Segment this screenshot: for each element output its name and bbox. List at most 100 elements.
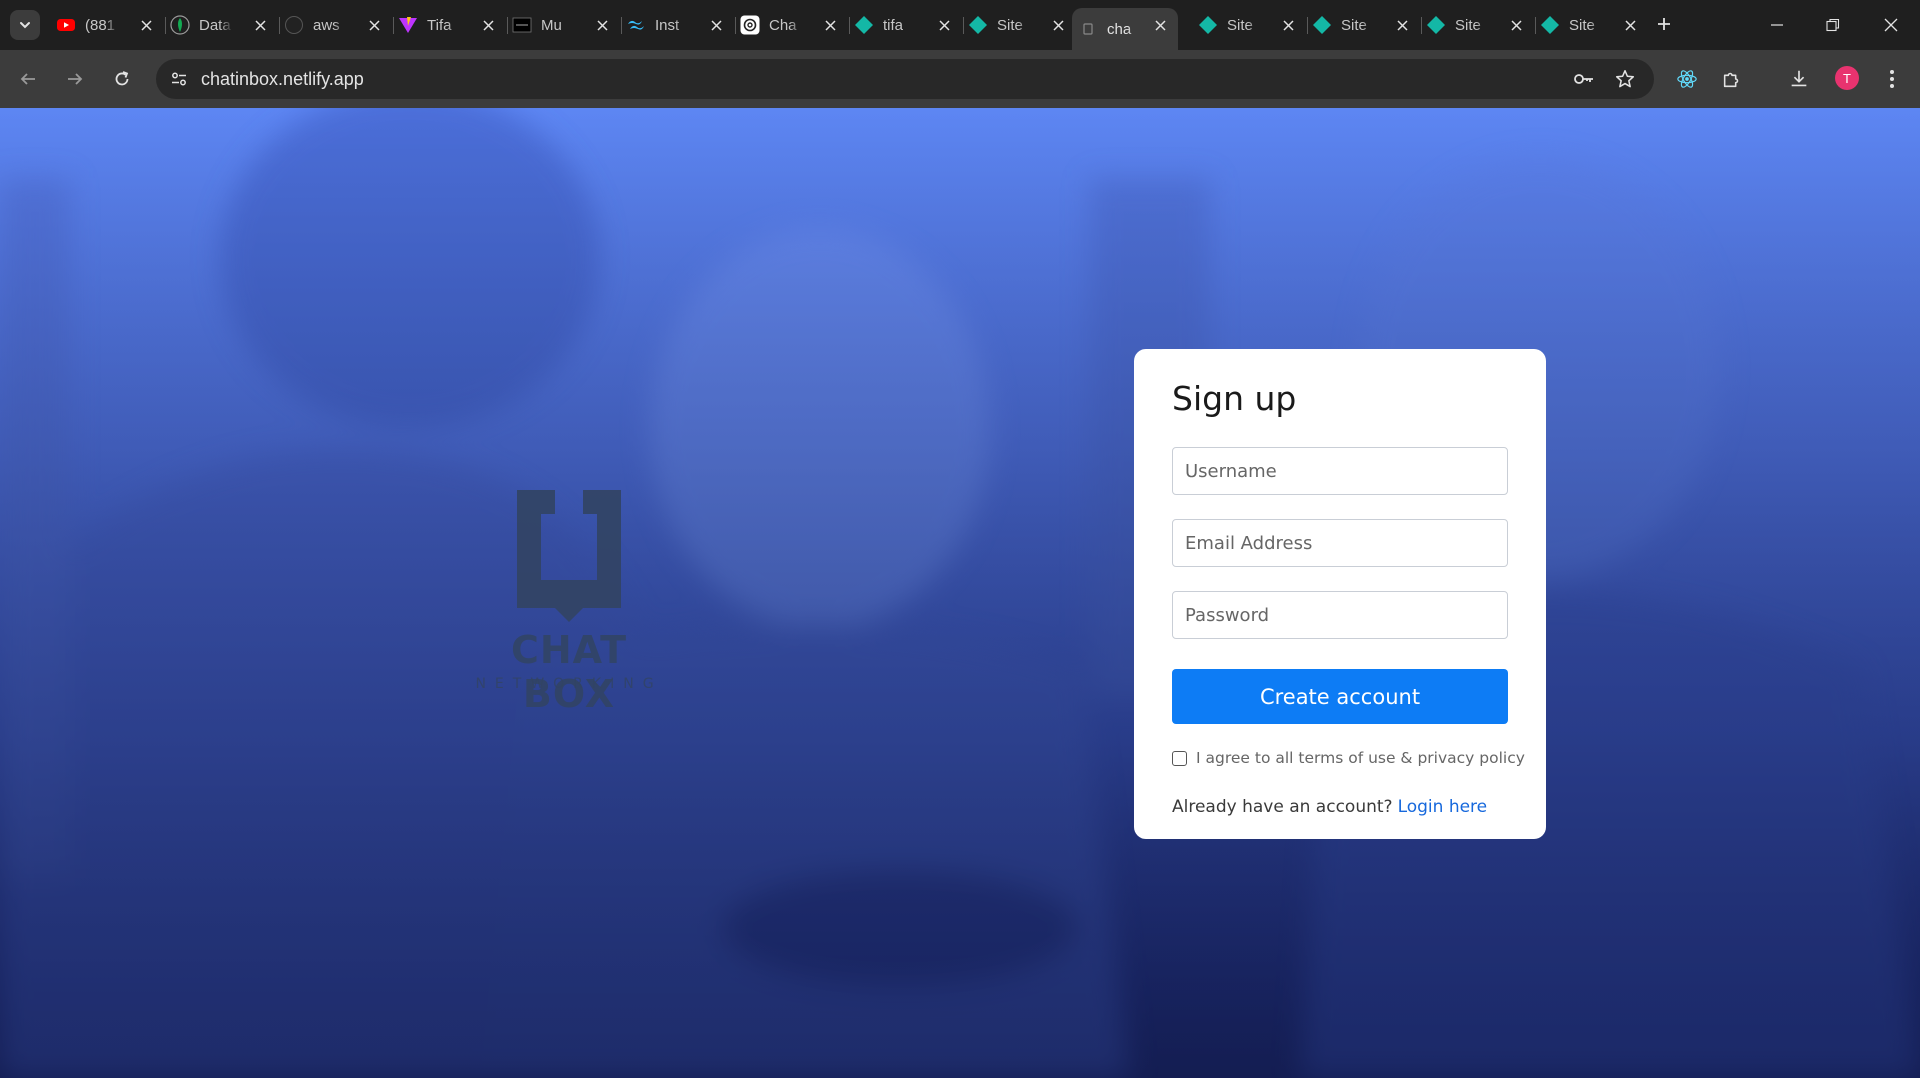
tab-title: Tifa bbox=[427, 16, 452, 34]
react-devtools-extension[interactable] bbox=[1673, 65, 1701, 93]
address-bar[interactable]: chatinbox.netlify.app bbox=[156, 59, 1654, 99]
close-tab-button[interactable] bbox=[364, 15, 384, 35]
reload-button[interactable] bbox=[107, 64, 137, 94]
browser-toolbar: chatinbox.netlify.app bbox=[0, 50, 1920, 139]
background-photo bbox=[0, 108, 1920, 1078]
browser-tab[interactable]: Cha bbox=[734, 8, 850, 42]
tab-title: Site bbox=[1341, 16, 1367, 34]
url-text[interactable]: chatinbox.netlify.app bbox=[201, 69, 364, 90]
site-info-button[interactable] bbox=[164, 64, 194, 94]
tab-title: (881 bbox=[85, 16, 116, 34]
close-tab-button[interactable] bbox=[820, 15, 840, 35]
close-icon bbox=[938, 19, 950, 31]
close-icon bbox=[140, 19, 152, 31]
email-field[interactable] bbox=[1172, 519, 1508, 567]
tab-search-button[interactable] bbox=[10, 10, 40, 40]
terms-checkbox[interactable] bbox=[1172, 750, 1187, 766]
create-account-button[interactable]: Create account bbox=[1172, 669, 1508, 724]
browser-tab[interactable]: Site bbox=[1420, 8, 1536, 42]
chevron-down-icon bbox=[20, 22, 30, 29]
browser-tab[interactable]: Site bbox=[962, 8, 1076, 42]
netlify-icon bbox=[968, 15, 988, 35]
close-icon bbox=[1052, 19, 1064, 31]
page-title: Sign up bbox=[1172, 379, 1297, 418]
new-tab-button[interactable] bbox=[1652, 12, 1676, 36]
bookmark-button[interactable] bbox=[1613, 67, 1637, 91]
browser-tab[interactable]: Mu bbox=[506, 8, 622, 42]
terms-agreement: I agree to all terms of use & privacy po… bbox=[1172, 749, 1525, 767]
openai-icon bbox=[740, 15, 760, 35]
mui-icon bbox=[512, 15, 532, 35]
mongodb-icon bbox=[170, 15, 190, 35]
terms-label[interactable]: I agree to all terms of use & privacy po… bbox=[1196, 749, 1525, 767]
brand-name: CHAT BOX bbox=[510, 628, 628, 716]
login-link[interactable]: Login here bbox=[1398, 797, 1488, 817]
close-icon bbox=[1510, 19, 1522, 31]
plus-icon bbox=[1658, 18, 1670, 30]
minimize-icon bbox=[1771, 24, 1783, 26]
minimize-button[interactable] bbox=[1762, 10, 1792, 40]
close-tab-button[interactable] bbox=[1506, 15, 1526, 35]
close-tab-button[interactable] bbox=[1620, 15, 1640, 35]
close-tab-button[interactable] bbox=[1150, 15, 1170, 35]
password-field[interactable] bbox=[1172, 591, 1508, 639]
page-background: CHAT BOX NETWORKING Sign up Create accou… bbox=[0, 108, 1920, 1078]
react-icon bbox=[1677, 70, 1697, 88]
profile-avatar[interactable]: T bbox=[1835, 66, 1859, 90]
close-icon bbox=[1282, 19, 1294, 31]
browser-tab[interactable]: Site bbox=[1306, 8, 1422, 42]
page-icon bbox=[1078, 19, 1098, 39]
vite-icon bbox=[398, 15, 418, 35]
close-window-button[interactable] bbox=[1876, 10, 1906, 40]
close-tab-button[interactable] bbox=[1392, 15, 1412, 35]
browser-menu-button[interactable] bbox=[1878, 65, 1906, 93]
extensions-button[interactable] bbox=[1718, 65, 1746, 93]
close-icon bbox=[368, 19, 380, 31]
arrow-left-icon bbox=[20, 73, 35, 85]
browser-tab[interactable]: Site bbox=[1192, 8, 1308, 42]
browser-tab[interactable]: Site bbox=[1534, 8, 1648, 42]
forward-button[interactable] bbox=[60, 64, 90, 94]
browser-tab[interactable]: Data bbox=[164, 8, 280, 42]
tab-title: tifa bbox=[883, 16, 904, 34]
close-tab-button[interactable] bbox=[250, 15, 270, 35]
close-icon bbox=[482, 19, 494, 31]
browser-tab[interactable]: aws bbox=[278, 8, 394, 42]
close-tab-button[interactable] bbox=[706, 15, 726, 35]
back-button[interactable] bbox=[13, 64, 43, 94]
more-vert-icon bbox=[1890, 70, 1894, 88]
star-icon bbox=[1615, 69, 1635, 88]
browser-tab[interactable]: (881 bbox=[50, 8, 166, 42]
signup-card: Sign up Create account I agree to all te… bbox=[1134, 349, 1546, 839]
close-tab-button[interactable] bbox=[1278, 15, 1298, 35]
tune-icon bbox=[172, 72, 186, 86]
downloads-button[interactable] bbox=[1785, 65, 1813, 93]
chat-box-logo-icon bbox=[517, 490, 621, 622]
close-tab-button[interactable] bbox=[1048, 15, 1068, 35]
tab-strip: (881 Data aws Tifa Mu Inst Cha tifa Site cha Site S… bbox=[0, 0, 1920, 50]
browser-tab[interactable]: Tifa bbox=[392, 8, 508, 42]
netlify-icon bbox=[1312, 15, 1332, 35]
tab-title: Site bbox=[1569, 16, 1595, 34]
tab-title: Site bbox=[1227, 16, 1253, 34]
tab-title: cha bbox=[1107, 20, 1132, 38]
download-icon bbox=[1791, 70, 1807, 87]
password-key-button[interactable] bbox=[1572, 67, 1596, 91]
restore-button[interactable] bbox=[1818, 10, 1848, 40]
puzzle-icon bbox=[1723, 72, 1739, 88]
browser-tab[interactable]: cha bbox=[1072, 8, 1178, 50]
tailwind-icon bbox=[626, 15, 646, 35]
close-tab-button[interactable] bbox=[934, 15, 954, 35]
close-tab-button[interactable] bbox=[592, 15, 612, 35]
browser-tab[interactable]: Inst bbox=[620, 8, 736, 42]
close-icon bbox=[1396, 19, 1408, 31]
youtube-icon bbox=[56, 15, 76, 35]
close-icon bbox=[1154, 19, 1166, 31]
close-tab-button[interactable] bbox=[136, 15, 156, 35]
browser-tab[interactable]: tifa bbox=[848, 8, 964, 42]
close-icon bbox=[254, 19, 266, 31]
tab-title: Site bbox=[997, 16, 1023, 34]
username-input[interactable] bbox=[1172, 447, 1508, 495]
restore-icon bbox=[1826, 18, 1840, 32]
close-tab-button[interactable] bbox=[478, 15, 498, 35]
